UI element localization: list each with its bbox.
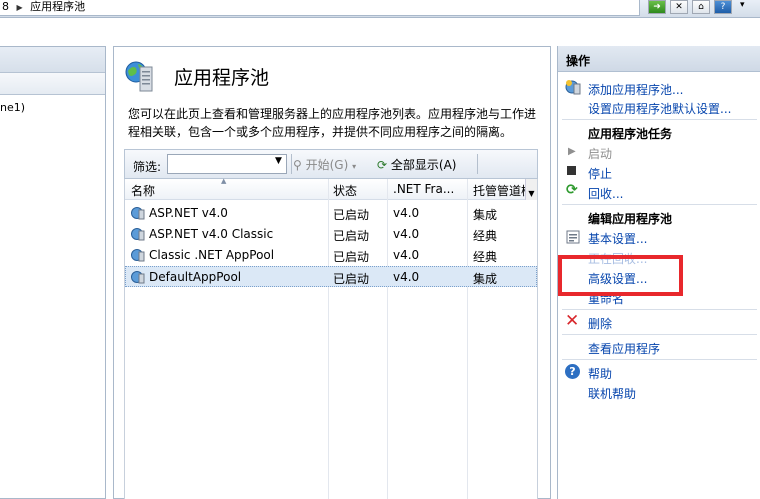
divider [562,119,757,120]
stop-icon[interactable]: ✕ [670,0,688,14]
filter-dropdown-icon[interactable]: ▼ [275,156,282,166]
add-app-pool-link[interactable]: 添加应用程序池... [588,81,683,98]
help-icon[interactable]: ? [714,0,732,14]
app-pool-icon [131,228,145,241]
delete-pool-link[interactable]: 删除 [588,315,612,332]
delete-icon: ✕ [565,311,580,331]
pool-status: 已启动 [333,272,370,286]
actions-header: 操作 [558,46,760,72]
show-all-icon: ⟳ [377,158,388,172]
go-icon[interactable]: ➜ [648,0,666,14]
add-app-pool-icon [565,80,581,95]
help-icon: ? [565,364,580,379]
tree-node-server[interactable]: ne1) [0,101,25,114]
breadcrumb-item-server[interactable]: 8 [2,0,9,13]
column-header-name[interactable]: 名称 [131,182,321,199]
app-pool-icon [131,271,145,284]
filter-toolbar: 筛选: ▼ ⚲ 开始(G) ▾ ⟳ 全部显示(A) [124,149,538,179]
column-header-pipeline-mode[interactable]: 托管管道模式 [473,182,525,199]
page-description: 您可以在此页上查看和管理服务器上的应用程序池列表。应用程序池与工作进程相关联，包… [128,107,537,139]
divider [562,309,757,310]
pool-name: ASP.NET v4.0 [149,206,228,220]
grid-header: ▲ 名称 状态 .NET Fra... 托管管道模式 ▼ [125,177,537,200]
table-row[interactable]: ASP.NET v4.0 已启动 v4.0 集成 [125,203,537,224]
connections-toolbar [0,73,105,95]
basic-settings-icon [566,230,580,244]
filter-label: 筛选: [133,160,162,174]
set-pool-defaults-link[interactable]: 设置应用程序池默认设置... [588,100,731,117]
start-filter-button[interactable]: ⚲ 开始(G) ▾ [293,156,356,173]
pool-net-version: v4.0 [393,206,420,220]
stop-pool-link[interactable]: 停止 [588,165,612,182]
pool-net-version: v4.0 [393,248,420,262]
online-help-link[interactable]: 联机帮助 [588,385,636,402]
connections-header [0,47,105,73]
table-row[interactable]: ASP.NET v4.0 Classic 已启动 v4.0 经典 [125,224,537,245]
filter-input[interactable] [167,154,287,174]
pool-pipeline: 集成 [473,272,498,286]
edit-pool-header: 编辑应用程序池 [588,212,673,226]
chevron-down-icon[interactable]: ▾ [740,0,745,10]
table-row-selected[interactable]: DefaultAppPool 已启动 v4.0 集成 [125,266,537,287]
start-dropdown-icon[interactable]: ▾ [352,162,356,171]
view-applications-link[interactable]: 查看应用程序 [588,340,660,357]
home-icon[interactable]: ⌂ [692,0,710,14]
app-pool-globe-icon [125,61,153,92]
features-pane: 应用程序池 您可以在此页上查看和管理服务器上的应用程序池列表。应用程序池与工作进… [113,46,551,499]
column-header-status[interactable]: 状态 [333,182,385,199]
pool-name: Classic .NET AppPool [149,248,275,262]
pool-status: 已启动 [333,208,370,222]
help-link[interactable]: 帮助 [588,365,612,382]
show-all-label: 全部显示(A) [390,158,457,172]
connections-pane: ne1) [0,46,106,499]
pool-tasks-header: 应用程序池任务 [588,127,673,141]
divider [562,359,757,360]
divider [562,204,757,205]
divider [562,334,757,335]
pool-name: DefaultAppPool [149,270,242,284]
address-bar: 8 ▶ 应用程序池 ➜ ✕ ⌂ ? ▾ [0,0,760,18]
column-header-net-framework[interactable]: .NET Fra... [393,182,465,196]
page-title: 应用程序池 [174,67,270,89]
pool-pipeline: 经典 [473,229,498,243]
stop-icon [567,166,576,175]
pool-status: 已启动 [333,250,370,264]
app-pool-list: ▲ 名称 状态 .NET Fra... 托管管道模式 ▼ ASP.NET v4.… [124,177,538,499]
breadcrumb[interactable]: 8 ▶ 应用程序池 [0,0,640,16]
scroll-down-icon[interactable]: ▼ [525,179,537,200]
pool-pipeline: 集成 [473,208,498,222]
start-filter-label: 开始(G) [305,158,349,172]
breadcrumb-item-app-pools[interactable]: 应用程序池 [30,0,85,13]
show-all-button[interactable]: ⟳ 全部显示(A) [377,156,456,173]
app-pool-icon [131,207,145,220]
basic-settings-link[interactable]: 基本设置... [588,230,647,247]
recycle-icon: ⟳ [566,182,578,198]
recycle-pool-link[interactable]: 回收... [588,185,623,202]
start-pool-link[interactable]: 启动 [588,145,612,162]
breadcrumb-separator-icon[interactable]: ▶ [17,1,23,15]
pool-name: ASP.NET v4.0 Classic [149,227,274,241]
start-icon: ▶ [568,146,576,157]
binoculars-icon: ⚲ [293,158,302,172]
table-row[interactable]: Classic .NET AppPool 已启动 v4.0 经典 [125,245,537,266]
toolbar-separator [291,154,292,174]
app-pool-icon [131,249,145,262]
pool-pipeline: 经典 [473,250,498,264]
pool-net-version: v4.0 [393,227,420,241]
toolbar-separator [477,154,478,174]
pool-net-version: v4.0 [393,270,420,284]
highlight-annotation [558,255,683,296]
pool-status: 已启动 [333,229,370,243]
